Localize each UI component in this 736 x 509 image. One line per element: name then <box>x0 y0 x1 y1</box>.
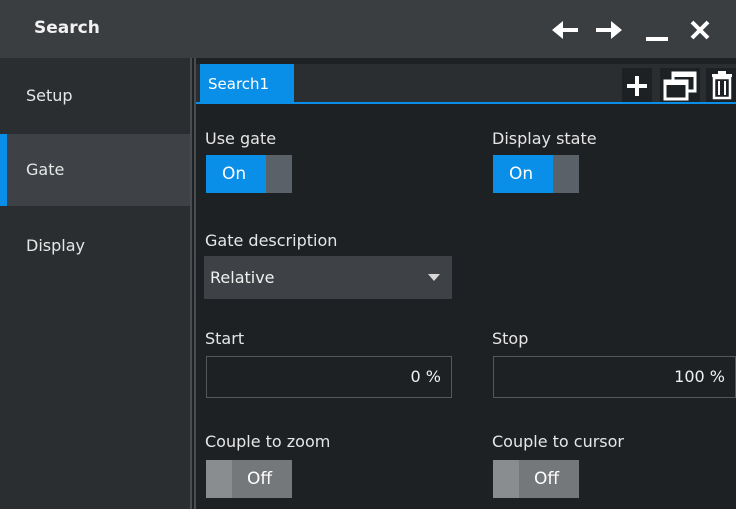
start-label: Start <box>205 329 245 348</box>
couple-to-zoom-state: Off <box>247 469 273 489</box>
add-icon[interactable] <box>622 68 652 102</box>
stop-field[interactable]: 100 % <box>493 356 736 398</box>
display-state-label: Display state <box>492 129 597 148</box>
copy-icon[interactable] <box>660 68 700 102</box>
arrow-left-icon[interactable] <box>548 17 582 43</box>
couple-to-zoom-toggle[interactable]: Off <box>206 460 292 498</box>
gate-description-select[interactable]: Relative <box>204 256 452 299</box>
use-gate-toggle[interactable]: On <box>206 155 292 193</box>
delete-icon[interactable] <box>706 68 736 102</box>
sidebar-item-gate[interactable]: Gate <box>0 134 190 206</box>
chevron-down-icon <box>428 274 440 281</box>
sidebar-item-label: Display <box>26 236 85 255</box>
couple-to-zoom-label: Couple to zoom <box>205 432 331 451</box>
couple-to-cursor-state: Off <box>534 469 560 489</box>
sidebar-item-setup[interactable]: Setup <box>0 60 190 132</box>
couple-to-cursor-toggle[interactable]: Off <box>493 460 579 498</box>
use-gate-label: Use gate <box>205 129 277 148</box>
arrow-right-icon[interactable] <box>592 17 626 43</box>
close-icon[interactable] <box>684 17 718 43</box>
display-state-toggle[interactable]: On <box>493 155 579 193</box>
title-bar: Search <box>0 0 736 58</box>
couple-to-cursor-label: Couple to cursor <box>492 432 624 451</box>
window-title: Search <box>34 18 100 38</box>
stop-label: Stop <box>492 329 529 348</box>
use-gate-state: On <box>222 164 247 184</box>
gate-description-value: Relative <box>210 268 275 287</box>
panel-divider[interactable] <box>190 58 196 509</box>
display-state-state: On <box>509 164 534 184</box>
sidebar-item-label: Setup <box>26 86 73 105</box>
sidebar: Setup Gate Display <box>0 58 190 509</box>
minimize-icon[interactable] <box>640 17 674 43</box>
sidebar-item-label: Gate <box>26 160 65 179</box>
tab-search1[interactable]: Search1 <box>200 64 294 104</box>
start-field[interactable]: 0 % <box>206 356 452 398</box>
gate-description-label: Gate description <box>205 231 338 250</box>
sidebar-item-display[interactable]: Display <box>0 210 190 282</box>
